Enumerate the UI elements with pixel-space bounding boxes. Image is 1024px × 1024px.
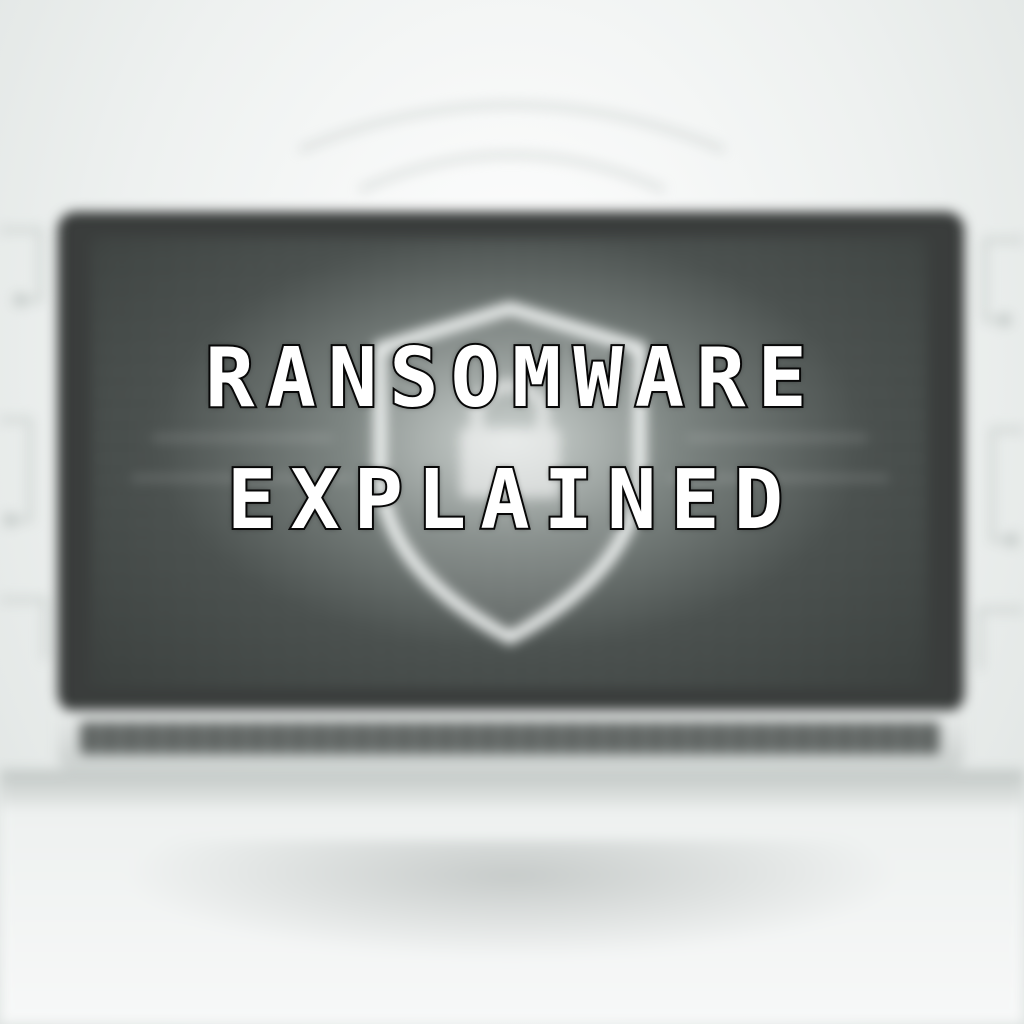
laptop-keyboard	[80, 722, 940, 754]
desk-edge	[0, 770, 1024, 808]
title-line-1: RANSOMWARE	[203, 331, 819, 426]
title-overlay: RANSOMWARE EXPLAINED	[0, 330, 1024, 550]
desk-reflection	[120, 840, 904, 960]
thumbnail-scene: RANSOMWARE EXPLAINED	[0, 0, 1024, 1024]
title-line-2: EXPLAINED	[225, 453, 798, 548]
